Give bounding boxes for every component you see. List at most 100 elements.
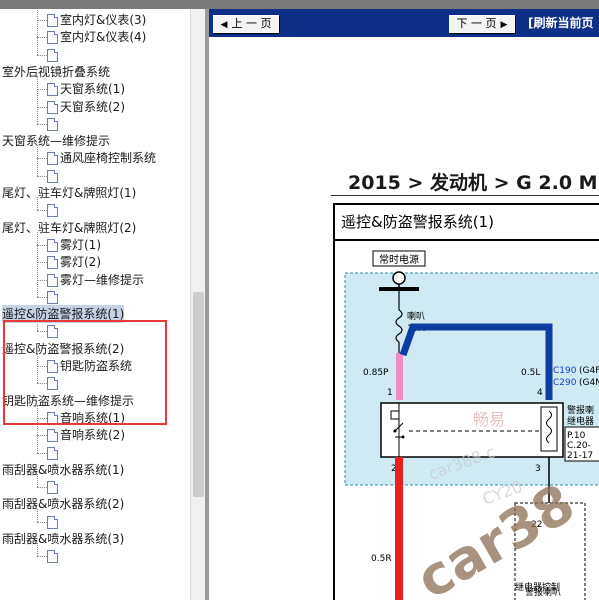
tree-branch-line (37, 435, 47, 436)
breadcrumb-divider (331, 195, 599, 196)
power-label: 常时电源 (379, 253, 419, 266)
tree-item-label: 雾灯(1) (60, 238, 101, 252)
watermark-brand: 畅易 (473, 410, 505, 429)
tree-branch-line (37, 89, 47, 90)
tree-item-label: 室外后视镜折叠系统 (2, 65, 111, 79)
tree-branch-line (37, 522, 47, 523)
tree-branch-line (37, 55, 47, 56)
document-view: 2015 > 发动机 > G 2.0 MP 遥控&防盗警报系统(1) 常时电源 … (209, 37, 599, 600)
red-wire (395, 457, 403, 600)
tree-leaf-item[interactable]: 室内灯&仪表(3) (47, 11, 146, 29)
tree-folder-item[interactable]: 天窗系统—维修提示 (2, 132, 110, 150)
tree-branch-line (37, 37, 47, 38)
tree-leaf-item[interactable]: 通风座椅控制系统 (47, 149, 156, 167)
tree-leaf-item[interactable] (47, 478, 60, 496)
document-icon (47, 170, 58, 183)
tree-branch-line (37, 297, 47, 298)
pin-1-label: 1 (387, 388, 393, 398)
tree-leaf-item[interactable] (47, 46, 60, 64)
document-icon (47, 291, 58, 304)
tree-branch-line (37, 245, 47, 246)
tree-leaf-item[interactable] (47, 547, 60, 565)
tree-item-label: 尾灯、驻车灯&牌照灯(1) (2, 186, 137, 200)
relay-coil-icon (540, 406, 558, 452)
tree-branch-line (37, 107, 47, 108)
connector-c190: C190 (553, 366, 577, 376)
tree-branch-line (37, 280, 47, 281)
tree-leaf-item[interactable] (47, 444, 60, 462)
tree-leaf-item[interactable]: 雾灯(2) (47, 253, 101, 271)
next-page-label: 下 一 页 (456, 17, 497, 30)
tree-folder-item[interactable]: 尾灯、驻车灯&牌照灯(1) (2, 184, 136, 202)
document-icon (47, 447, 58, 460)
tree-guide-line (37, 9, 38, 55)
left-arrow-icon: ◀ (220, 20, 228, 30)
tree-leaf-item[interactable]: 天窗系统(1) (47, 80, 125, 98)
tree-folder-item[interactable]: 雨刮器&喷水器系统(3) (2, 530, 124, 548)
tree-leaf-item[interactable] (47, 288, 60, 306)
tree-item-label: 室内灯&仪表(4) (60, 30, 147, 44)
tree-guide-line (37, 232, 38, 297)
tree-folder-item[interactable]: 室外后视镜折叠系统 (2, 63, 110, 81)
scrollbar-thumb[interactable] (193, 292, 204, 497)
sidebar-scrollbar[interactable] (190, 9, 206, 600)
tree-leaf-item[interactable] (47, 115, 60, 133)
tree-item-label: 室内灯&仪表(3) (60, 13, 147, 27)
relay-label-1: 警报喇 (567, 404, 594, 416)
connector-c290: C290 (553, 378, 577, 388)
tree-item-label: 雾灯—维修提示 (60, 273, 145, 287)
tree-branch-line (37, 124, 47, 125)
tree-leaf-item[interactable]: 雾灯(1) (47, 236, 101, 254)
prev-page-label: 上 一 页 (231, 17, 272, 30)
tree-leaf-item[interactable]: 室内灯&仪表(4) (47, 28, 146, 46)
navigation-bar: ◀ 上 一 页 下 一 页 ▶ [刷新当前页 (209, 9, 599, 37)
document-icon (47, 101, 58, 114)
tree-guide-line (37, 76, 38, 124)
document-icon (47, 481, 58, 494)
tree-branch-line (37, 210, 47, 211)
tree-branch-line (37, 176, 47, 177)
refresh-page-link[interactable]: [刷新当前页 (528, 15, 594, 31)
connector-c290-suffix: (G4N (579, 378, 599, 388)
tree-branch-line (37, 487, 47, 488)
document-icon (47, 516, 58, 529)
bus-bar (379, 287, 419, 291)
fuse-name: 喇叭 (407, 310, 425, 322)
tree-leaf-item[interactable] (47, 513, 60, 531)
document-icon (47, 256, 58, 269)
tree-item-label: 天窗系统—维修提示 (2, 134, 111, 148)
document-icon (47, 49, 58, 62)
pink-wire (396, 353, 403, 400)
tree-folder-item[interactable]: 尾灯、驻车灯&牌照灯(2) (2, 219, 136, 237)
pin-3-label: 3 (535, 464, 541, 474)
relay-spec-1: P.10 (567, 431, 586, 441)
tree-leaf-item[interactable]: 音响系统(2) (47, 426, 125, 444)
sidebar-tree[interactable]: 室内灯&仪表(3) 室内灯&仪表(4) 室外后视镜折叠系统 天窗系统(1) 天窗系统(2… (0, 9, 190, 600)
wiring-diagram-svg: 常时电源 喇叭 15A 0.85P 0.5L 1 4 C190 (G4F C29… (344, 250, 599, 600)
document-breadcrumb: 2015 > 发动机 > G 2.0 MP (348, 172, 599, 194)
wiring-diagram-frame: 遥控&防盗警报系统(1) 常时电源 喇叭 15A 0.85P 0.5L 1 4 … (333, 203, 599, 600)
wire-label-05r: 0.5R (371, 554, 392, 564)
tree-branch-line (37, 556, 47, 557)
tree-item-label: 雨刮器&喷水器系统(1) (2, 463, 125, 477)
tree-leaf-item[interactable] (47, 201, 60, 219)
power-terminal-icon (392, 271, 406, 285)
tree-leaf-item[interactable]: 天窗系统(2) (47, 98, 125, 116)
document-icon (47, 204, 58, 217)
tree-item-label: 尾灯、驻车灯&牌照灯(2) (2, 221, 137, 235)
tree-folder-item[interactable]: 雨刮器&喷水器系统(2) (2, 495, 124, 513)
tree-item-label: 雾灯(2) (60, 255, 101, 269)
tree-item-label: 天窗系统(2) (60, 100, 125, 114)
tree-item-label: 雨刮器&喷水器系统(3) (2, 532, 125, 546)
tree-leaf-item[interactable] (47, 167, 60, 185)
tree-folder-item[interactable]: 雨刮器&喷水器系统(1) (2, 461, 124, 479)
relay-control-label-2: 继电器控制 (515, 583, 561, 593)
document-icon (47, 274, 58, 287)
document-icon (47, 429, 58, 442)
prev-page-button[interactable]: ◀ 上 一 页 (213, 15, 279, 33)
tree-branch-line (37, 158, 47, 159)
pin-4-label: 4 (537, 388, 543, 398)
tree-branch-line (37, 262, 47, 263)
next-page-button[interactable]: 下 一 页 ▶ (449, 15, 515, 33)
tree-leaf-item[interactable]: 雾灯—维修提示 (47, 271, 144, 289)
